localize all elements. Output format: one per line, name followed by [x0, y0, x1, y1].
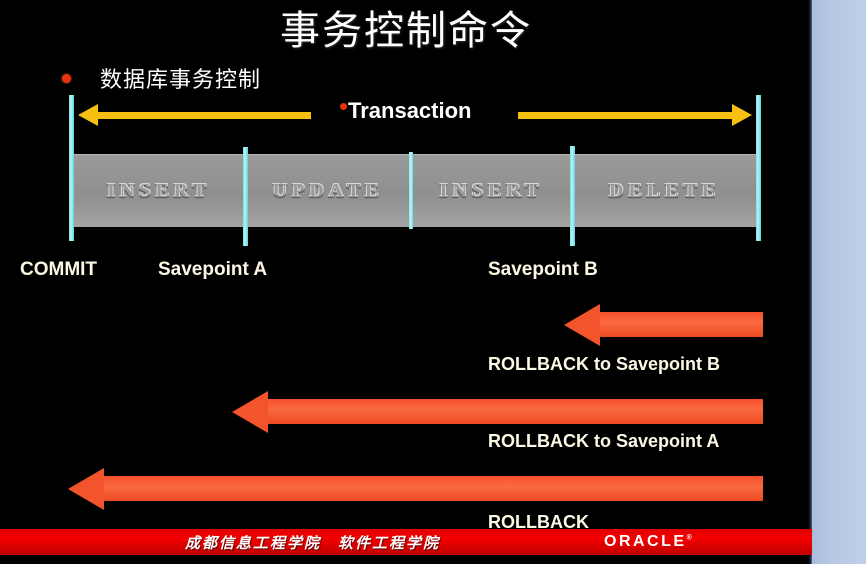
- timeline-label-savepoint-b: Savepoint B: [488, 259, 598, 280]
- timeline-label-savepoint-a: Savepoint A: [158, 259, 268, 280]
- slide-right-panel: [812, 0, 866, 564]
- rollback-caption-savepoint-a: ROLLBACK to Savepoint A: [488, 431, 720, 451]
- rollback-arrow-shaft: [600, 312, 763, 337]
- footer-brand-mark: ®: [686, 534, 692, 542]
- statement-label: INSERT: [439, 179, 544, 202]
- footer-brand-text: ORACLE: [604, 533, 687, 550]
- timeline-tick-savepoint-a: [243, 147, 248, 246]
- rollback-caption-savepoint-b: ROLLBACK to Savepoint B: [488, 354, 720, 374]
- transaction-arrow-right-head-icon: [732, 104, 752, 126]
- statement-box-delete: DELETE: [573, 154, 756, 227]
- page-title: 事务控制命令: [280, 8, 532, 53]
- transaction-label: Transaction: [340, 98, 471, 124]
- statement-label: UPDATE: [272, 179, 384, 202]
- footer-oracle-logo: ORACLE®: [604, 533, 692, 551]
- statement-separator-tick: [409, 152, 413, 229]
- bullet-dot-icon: [62, 73, 71, 83]
- slide-canvas: 事务控制命令 数据库事务控制 Transaction INSERT UPDATE…: [0, 0, 866, 564]
- rollback-arrow-head-icon: [564, 304, 600, 346]
- statement-label: INSERT: [107, 179, 211, 202]
- statement-box-insert-1: INSERT: [74, 154, 244, 227]
- rollback-arrow-shaft: [104, 476, 763, 501]
- rollback-arrow-head-icon: [68, 468, 104, 510]
- transaction-arrow-left-shaft: [98, 112, 311, 119]
- statement-box-insert-2: INSERT: [412, 154, 571, 227]
- transaction-label-text: Transaction: [348, 98, 472, 123]
- timeline-label-commit: COMMIT: [20, 259, 98, 280]
- statement-box-update: UPDATE: [245, 154, 411, 227]
- footer-school-name: 成都信息工程学院 软件工程学院: [185, 535, 441, 552]
- transaction-arrow-right-shaft: [518, 112, 732, 119]
- timeline-tick-end: [756, 95, 761, 241]
- footer-bar: 成都信息工程学院 软件工程学院 ORACLE®: [0, 529, 812, 555]
- timeline-tick-commit: [69, 95, 74, 241]
- rollback-arrow-shaft: [268, 399, 763, 424]
- rollback-arrow-head-icon: [232, 391, 268, 433]
- transaction-arrow-left-head-icon: [78, 104, 98, 126]
- bullet-row: 数据库事务控制: [62, 62, 261, 94]
- timeline-tick-savepoint-b: [570, 146, 575, 246]
- statement-label: DELETE: [608, 179, 721, 202]
- transaction-bullet-dot-icon: [340, 103, 347, 110]
- bullet-label: 数据库事务控制: [100, 67, 262, 92]
